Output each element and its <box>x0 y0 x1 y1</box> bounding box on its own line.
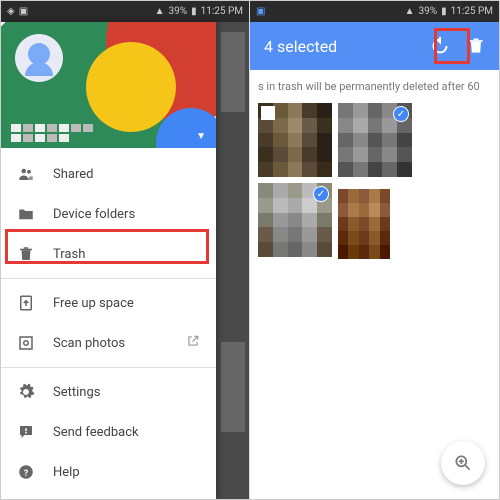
clock-text: 11:25 PM <box>451 6 493 17</box>
avatar[interactable] <box>15 34 63 82</box>
menu-label: Help <box>53 465 80 480</box>
cast-icon: ▣ <box>256 6 265 17</box>
menu-device-folders[interactable]: Device folders <box>1 194 216 234</box>
photo-thumb[interactable]: ✓ <box>258 183 332 257</box>
gear-icon <box>17 383 35 401</box>
help-icon: ? <box>17 463 35 481</box>
divider <box>1 278 216 279</box>
menu-trash[interactable]: Trash <box>1 234 216 274</box>
status-bar-right: ▣ ▲ 39% ▮ 11:25 PM <box>250 1 499 22</box>
wifi-icon: ◈ <box>7 6 15 17</box>
menu-label: Trash <box>53 247 85 262</box>
right-screenshot: ▣ ▲ 39% ▮ 11:25 PM 4 selected s in trash… <box>250 1 499 499</box>
open-external-icon <box>186 334 200 352</box>
svg-text:?: ? <box>24 469 29 479</box>
zoom-fab[interactable] <box>441 441 485 485</box>
account-name-obscured <box>11 124 101 142</box>
menu-label: Settings <box>53 385 100 400</box>
status-bar-left: ◈ ▣ ▲ 39% ▮ 11:25 PM <box>1 1 249 22</box>
selection-count: 4 selected <box>264 37 417 56</box>
cast-icon: ▣ <box>19 6 28 17</box>
signal-icon: ▲ <box>155 6 165 17</box>
battery-text: 39% <box>168 6 187 17</box>
menu-label: Device folders <box>53 207 135 222</box>
people-icon <box>17 165 35 183</box>
feedback-icon <box>17 423 35 441</box>
menu-label: Shared <box>53 167 93 182</box>
photo-grid: ✓ ✓ <box>250 103 499 259</box>
clock-text: 11:25 PM <box>201 6 243 17</box>
trash-info-text: s in trash will be permanently deleted a… <box>250 70 499 103</box>
selected-check-icon: ✓ <box>393 106 409 122</box>
unselected-check-icon <box>261 106 275 120</box>
menu-free-up-space[interactable]: Free up space <box>1 283 216 323</box>
drawer-menu: Shared Device folders Trash Free up spac… <box>1 148 216 498</box>
menu-send-feedback[interactable]: Send feedback <box>1 412 216 452</box>
folder-icon <box>17 205 35 223</box>
freeup-icon <box>17 294 35 312</box>
menu-label: Scan photos <box>53 336 125 351</box>
divider <box>1 367 216 368</box>
photo-thumb[interactable] <box>258 103 332 177</box>
drawer-header[interactable]: ▼ <box>1 22 216 148</box>
battery-icon: ▮ <box>191 6 197 17</box>
menu-label: Send feedback <box>53 425 139 440</box>
menu-scan-photos[interactable]: Scan photos <box>1 323 216 363</box>
photo-thumb[interactable]: ✓ <box>338 103 412 177</box>
selected-check-icon: ✓ <box>313 186 329 202</box>
menu-label: Free up space <box>53 296 134 311</box>
highlight-restore <box>434 28 470 64</box>
photo-thumb[interactable] <box>338 189 390 259</box>
battery-icon: ▮ <box>441 6 447 17</box>
menu-help[interactable]: ? Help <box>1 452 216 492</box>
signal-icon: ▲ <box>405 6 415 17</box>
chevron-down-icon[interactable]: ▼ <box>196 131 206 142</box>
menu-settings[interactable]: Settings <box>1 372 216 412</box>
scan-icon <box>17 334 35 352</box>
menu-shared[interactable]: Shared <box>1 154 216 194</box>
left-screenshot: ◈ ▣ ▲ 39% ▮ 11:25 PM <box>1 1 250 499</box>
trash-icon <box>17 245 35 263</box>
battery-text: 39% <box>418 6 437 17</box>
navigation-drawer: ▼ Shared Device folders Trash <box>1 22 216 499</box>
